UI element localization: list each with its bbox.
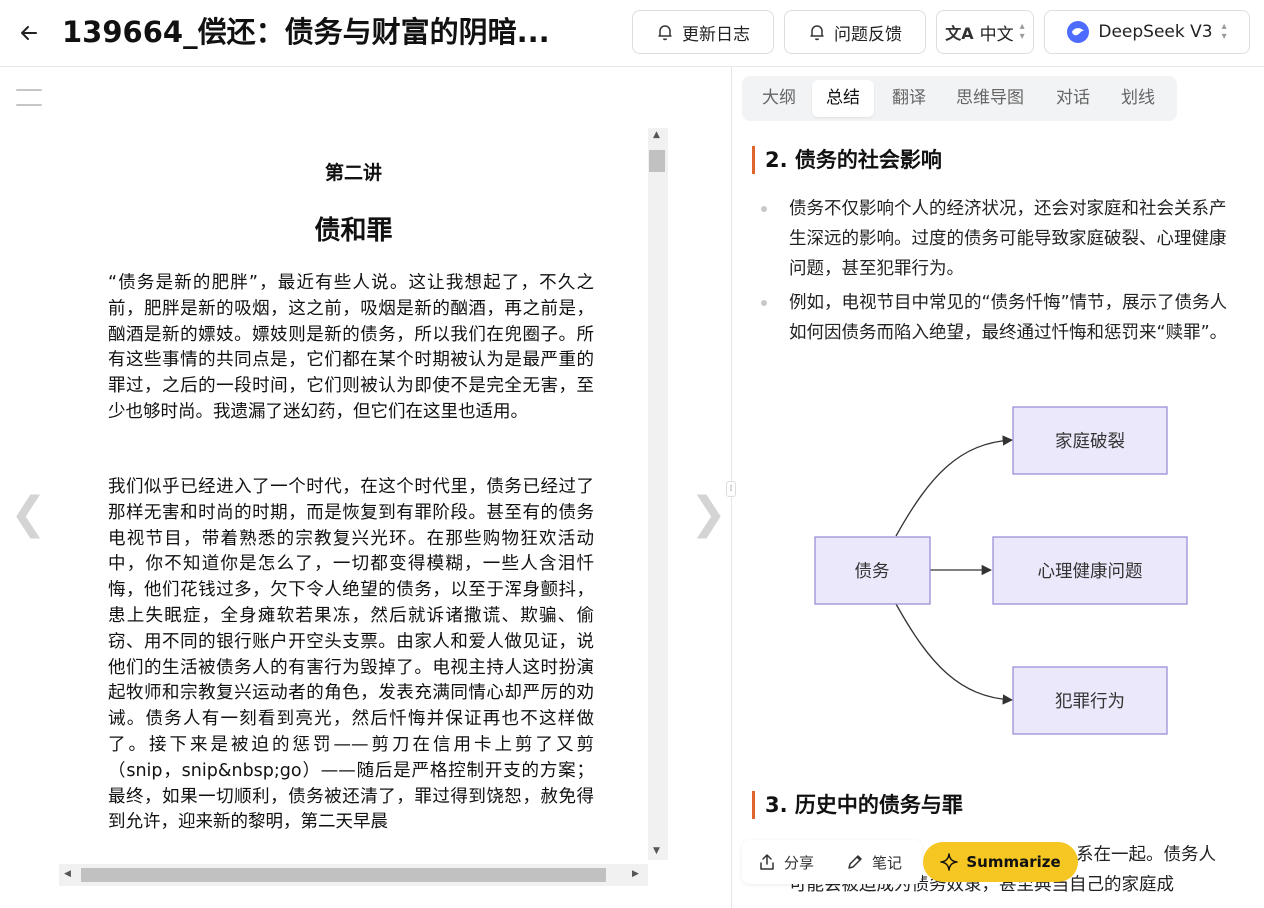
translate-icon: 文A — [945, 24, 974, 43]
sparkle-icon — [940, 853, 959, 871]
chapter-heading: 第二讲 — [324, 162, 382, 184]
summarize-button[interactable]: Summarize — [923, 842, 1078, 882]
share-button[interactable]: 分享 — [758, 840, 814, 884]
flow-diagram: 债务 家庭破裂 心理健康问题 犯罪行为 — [814, 406, 1188, 735]
tab-mindmap[interactable]: 思维导图 — [942, 80, 1038, 117]
vertical-scroll-thumb[interactable] — [649, 150, 665, 172]
tab-translate[interactable]: 翻译 — [878, 80, 940, 117]
paragraph: “债务是新的肥胖”，最近有些人说。这让我想起了，不久之前，肥胖是新的吸烟，这之前… — [108, 273, 594, 422]
edge-to-crime — [895, 603, 1014, 705]
bell-icon — [810, 25, 824, 41]
prev-page-button[interactable]: ❮ — [10, 488, 47, 539]
tab-highlights[interactable]: 划线 — [1107, 80, 1169, 117]
language-label: 中文 — [979, 24, 1014, 45]
scroll-left-icon[interactable]: ◀ — [64, 869, 71, 879]
bullet-text-partial: 系在一起。债务人 — [1076, 845, 1216, 865]
model-label: DeepSeek V3 — [1098, 22, 1213, 42]
node-crime[interactable]: 犯罪行为 — [1012, 666, 1168, 735]
page-title: 139664_偿还：债务与财富的阴暗... — [62, 15, 550, 49]
bell-icon — [658, 25, 672, 41]
back-button[interactable] — [14, 18, 44, 48]
document-title: 债和罪 — [314, 216, 393, 246]
scroll-down-icon[interactable]: ▼ — [653, 846, 660, 856]
model-select[interactable]: DeepSeek V3 ▴ ▾ — [1044, 10, 1250, 54]
pen-icon — [848, 855, 862, 869]
bullet-marker — [761, 300, 767, 306]
section-heading: 2. 债务的社会影响 — [752, 146, 942, 174]
scroll-right-icon[interactable]: ▶ — [632, 869, 639, 879]
notes-button[interactable]: 笔记 — [846, 840, 902, 884]
share-icon — [760, 854, 774, 870]
tab-bar: 大纲 总结 翻译 思维导图 对话 划线 — [742, 76, 1177, 121]
tab-chat[interactable]: 对话 — [1042, 80, 1104, 117]
node-label: 犯罪行为 — [1055, 692, 1125, 712]
next-page-button[interactable]: ❯ — [690, 488, 727, 539]
language-select[interactable]: 文A 中文 ▴ ▾ — [936, 10, 1034, 54]
notes-label: 笔记 — [872, 853, 903, 872]
bullet-text: 例如，电视节目中常见的“债务忏悔”情节，展示了债务人如何因债务而陷入绝望，最终通… — [789, 293, 1228, 343]
changelog-label: 更新日志 — [682, 24, 750, 45]
edge-to-family — [895, 435, 1014, 537]
bullet-text: 债务不仅影响个人的经济状况，还会对家庭和社会关系产生深远的影响。过度的债务可能导… — [789, 199, 1227, 279]
share-label: 分享 — [784, 853, 815, 872]
document-viewer: 第二讲 债和罪 “债务是新的肥胖”，最近有些人说。这让我想起了，不久之前，肥胖是… — [59, 128, 648, 860]
node-label: 心理健康问题 — [1038, 562, 1143, 582]
feedback-label: 问题反馈 — [834, 24, 902, 45]
vertical-scrollbar[interactable]: ▲ ▼ — [648, 128, 668, 860]
chevron-updown-icon: ▴ ▾ — [1019, 21, 1025, 42]
horizontal-scroll-thumb[interactable] — [81, 868, 606, 882]
node-label: 家庭破裂 — [1055, 432, 1125, 452]
horizontal-scrollbar[interactable]: ◀ ▶ — [59, 864, 648, 886]
chevron-updown-icon: ▴ ▾ — [1221, 21, 1227, 42]
resize-handle[interactable]: ⁞ — [726, 481, 736, 497]
node-debt[interactable]: 债务 — [814, 536, 931, 605]
bullet-marker — [761, 206, 767, 212]
section-heading: 3. 历史中的债务与罪 — [752, 791, 963, 819]
tab-outline[interactable]: 大纲 — [748, 80, 810, 117]
node-label: 债务 — [855, 562, 890, 582]
tab-summary[interactable]: 总结 — [812, 80, 874, 117]
summarize-label: Summarize — [966, 853, 1061, 871]
changelog-button[interactable]: 更新日志 — [632, 10, 774, 54]
menu-icon[interactable] — [16, 89, 42, 107]
node-mental-health[interactable]: 心理健康问题 — [992, 536, 1188, 605]
scroll-up-icon[interactable]: ▲ — [653, 130, 660, 140]
feedback-button[interactable]: 问题反馈 — [784, 10, 926, 54]
back-arrow-icon — [21, 26, 37, 40]
paragraph: 我们似乎已经进入了一个时代，在这个时代里，债务已经过了那样无害和时尚的时期，而是… — [108, 477, 594, 833]
node-family-breakdown[interactable]: 家庭破裂 — [1012, 406, 1168, 475]
deepseek-logo-icon — [1067, 21, 1090, 43]
